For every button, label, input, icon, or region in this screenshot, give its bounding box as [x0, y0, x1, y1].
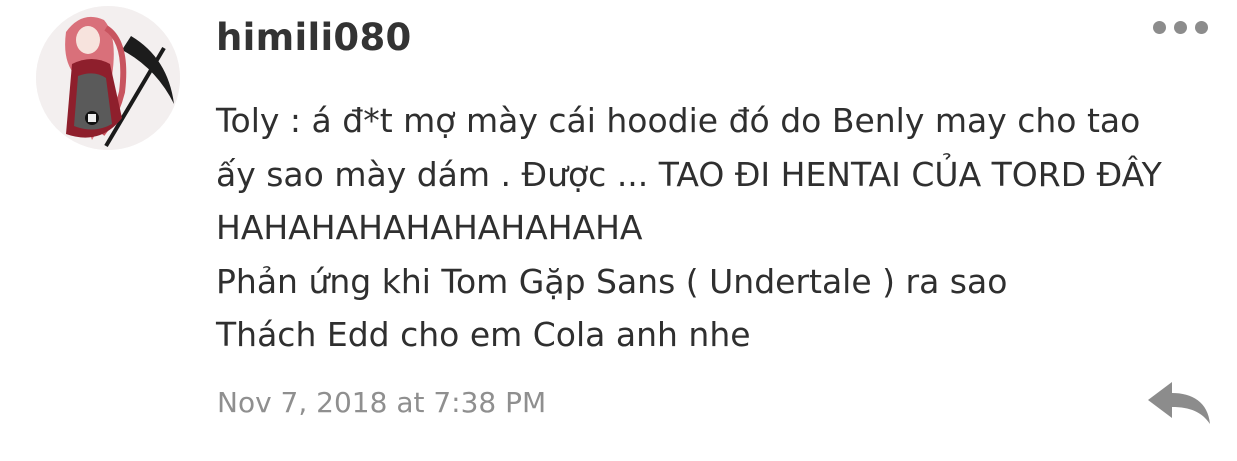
username[interactable]: himili080	[216, 14, 412, 62]
reply-button[interactable]	[1144, 378, 1214, 428]
comment-line: Thách Edd cho em Cola anh nhe	[216, 315, 751, 354]
comment-line: Toly : á đ*t mợ mày cái hoodie đó do Ben…	[216, 101, 1141, 140]
more-options-icon-dot	[1173, 20, 1187, 34]
comment-body: Toly : á đ*t mợ mày cái hoodie đó do Ben…	[216, 94, 1206, 362]
comment-card: himili080 Toly : á đ*t mợ mày cái hoodie…	[0, 0, 1237, 461]
avatar[interactable]	[36, 6, 180, 150]
comment-line: Phản ứng khi Tom Gặp Sans ( Undertale ) …	[216, 261, 1008, 301]
comment-line: ấy sao mày dám . Được ... TAO ĐI HENTAI …	[216, 154, 1162, 194]
timestamp: Nov 7, 2018 at 7:38 PM	[217, 386, 547, 419]
more-options-button[interactable]	[1144, 10, 1216, 44]
more-options-icon-dot	[1194, 20, 1208, 34]
more-options-icon	[1152, 20, 1166, 34]
avatar-image	[36, 6, 180, 150]
comment-line: HAHAHAHAHAHAHAHAHA	[216, 208, 643, 247]
reply-arrow-icon	[1148, 382, 1210, 424]
